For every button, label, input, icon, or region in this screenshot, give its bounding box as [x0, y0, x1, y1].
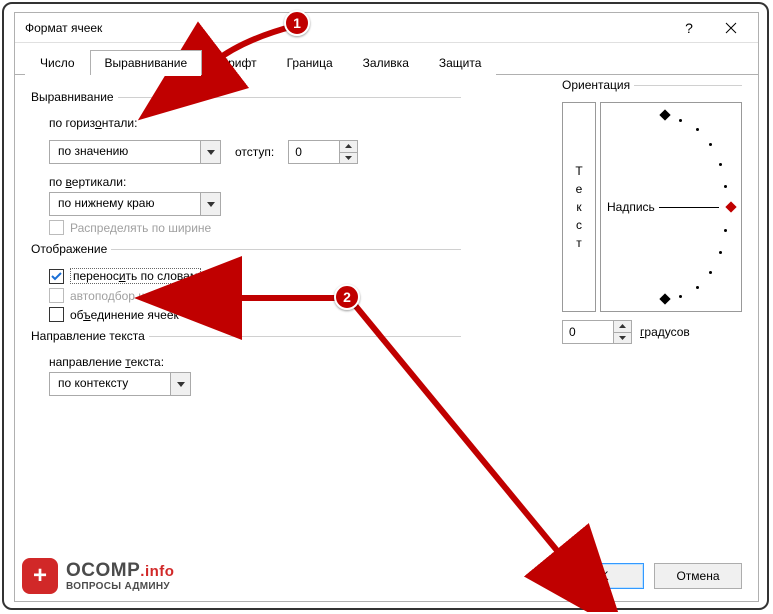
group-alignment-label: Выравнивание — [27, 90, 118, 104]
tab-alignment[interactable]: Выравнивание — [90, 50, 203, 75]
tab-font[interactable]: Шрифт — [202, 50, 271, 75]
indent-input[interactable] — [289, 141, 339, 163]
orientation-dial-label: Надпись — [607, 200, 655, 214]
close-button[interactable] — [710, 14, 752, 42]
justify-checkbox — [49, 220, 64, 235]
dot-icon — [679, 119, 682, 122]
dot-icon — [719, 251, 722, 254]
dot-icon — [709, 271, 712, 274]
spinner-up[interactable] — [614, 321, 631, 333]
spinner-down[interactable] — [340, 153, 357, 164]
group-orientation: Ориентация Текст Надпись — [562, 85, 742, 344]
dropdown-button[interactable] — [170, 373, 190, 395]
diamond-icon — [659, 293, 670, 304]
watermark-line2: ВОПРОСЫ АДМИНУ — [66, 582, 174, 592]
format-cells-dialog: Формат ячеек ? Число Выравнивание Шрифт … — [14, 12, 759, 602]
textdir-value: по контексту — [50, 373, 170, 395]
dialog-title: Формат ячеек — [25, 21, 668, 35]
watermark-badge: + — [22, 558, 58, 594]
indent-label: отступ: — [235, 145, 274, 159]
dialog-body: Выравнивание по горизонтали: по значению… — [15, 75, 758, 553]
tab-label: Шрифт — [217, 56, 256, 70]
group-display: Отображение переносить по словам автопод… — [31, 249, 461, 322]
tab-label: Выравнивание — [105, 56, 188, 70]
dot-icon — [724, 185, 727, 188]
indent-spinner[interactable] — [288, 140, 358, 164]
justify-label: Распределять по ширине — [70, 221, 211, 235]
vert-align-combo[interactable]: по нижнему краю — [49, 192, 221, 216]
dot-icon — [719, 163, 722, 166]
dialog-buttons: OK Отмена — [556, 563, 742, 589]
chevron-up-icon — [345, 144, 352, 148]
dot-icon — [709, 143, 712, 146]
spinner-up[interactable] — [340, 141, 357, 153]
textdir-combo[interactable]: по контексту — [49, 372, 191, 396]
chevron-down-icon — [207, 150, 215, 155]
group-display-label: Отображение — [27, 242, 111, 256]
screenshot-frame: Формат ячеек ? Число Выравнивание Шрифт … — [2, 2, 769, 610]
textdir-label: направление текста: — [49, 355, 461, 369]
orientation-line — [659, 207, 719, 208]
degrees-spinner[interactable] — [562, 320, 632, 344]
merge-label: объединение ячеек — [70, 308, 179, 322]
merge-checkbox[interactable] — [49, 307, 64, 322]
chevron-up-icon — [619, 324, 626, 328]
tab-label: Граница — [287, 56, 333, 70]
chevron-down-icon — [619, 336, 626, 340]
chevron-down-icon — [345, 156, 352, 160]
check-icon — [51, 271, 62, 282]
tabstrip: Число Выравнивание Шрифт Граница Заливка… — [15, 43, 758, 75]
shrink-checkbox — [49, 288, 64, 303]
horiz-align-combo[interactable]: по значению — [49, 140, 221, 164]
help-icon: ? — [685, 20, 693, 36]
tab-label: Заливка — [363, 56, 409, 70]
group-textdir-label: Направление текста — [27, 329, 149, 343]
chevron-down-icon — [207, 202, 215, 207]
vert-align-value: по нижнему краю — [50, 193, 200, 215]
degrees-input[interactable] — [563, 321, 613, 343]
group-textdir: Направление текста направление текста: п… — [31, 336, 461, 396]
dot-icon — [679, 295, 682, 298]
vert-align-label: по вертикали: — [49, 175, 461, 189]
watermark: + OCOMP.info ВОПРОСЫ АДМИНУ — [22, 558, 174, 594]
diamond-icon — [659, 109, 670, 120]
dropdown-button[interactable] — [200, 141, 220, 163]
orientation-vertical-text[interactable]: Текст — [562, 102, 596, 312]
plus-icon: + — [33, 562, 47, 590]
tab-number[interactable]: Число — [25, 50, 90, 75]
degrees-label: градусов — [640, 325, 690, 339]
shrink-label: автоподбор ширины — [70, 289, 183, 303]
spinner-down[interactable] — [614, 333, 631, 344]
dropdown-button[interactable] — [200, 193, 220, 215]
tab-fill[interactable]: Заливка — [348, 50, 424, 75]
wrap-checkbox[interactable] — [49, 269, 64, 284]
watermark-line1: OCOMP.info — [66, 561, 174, 580]
tab-protection[interactable]: Защита — [424, 50, 497, 75]
tab-border[interactable]: Граница — [272, 50, 348, 75]
tab-label: Число — [40, 56, 75, 70]
horiz-align-label: по горизонтали: — [49, 116, 461, 130]
cancel-button[interactable]: Отмена — [654, 563, 742, 589]
close-icon — [725, 22, 737, 34]
dot-icon — [696, 128, 699, 131]
dot-icon — [724, 229, 727, 232]
group-alignment: Выравнивание по горизонтали: по значению… — [31, 97, 461, 235]
diamond-icon — [725, 201, 736, 212]
horiz-align-value: по значению — [50, 141, 200, 163]
orientation-dial[interactable]: Надпись — [600, 102, 742, 312]
button-label: OK — [591, 569, 608, 583]
button-label: Отмена — [676, 569, 719, 583]
tab-label: Защита — [439, 56, 482, 70]
ok-button[interactable]: OK — [556, 563, 644, 589]
chevron-down-icon — [177, 382, 185, 387]
group-orientation-label: Ориентация — [558, 78, 634, 92]
help-button[interactable]: ? — [668, 14, 710, 42]
titlebar: Формат ячеек ? — [15, 13, 758, 43]
dot-icon — [696, 286, 699, 289]
wrap-label: переносить по словам — [70, 268, 201, 284]
